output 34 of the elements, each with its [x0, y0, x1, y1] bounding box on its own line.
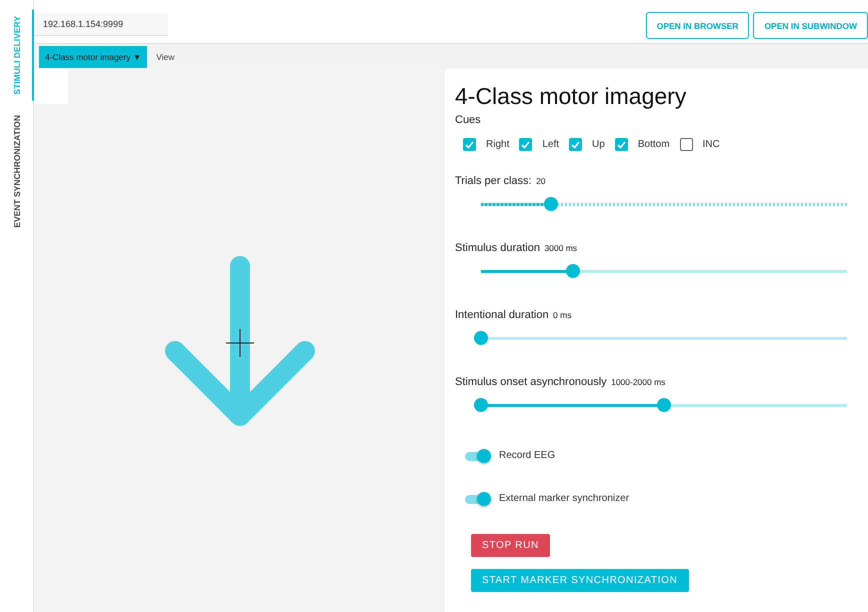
checkbox[interactable] [680, 138, 693, 151]
slider-thumb[interactable] [474, 398, 488, 412]
toggle-switch[interactable] [465, 448, 491, 462]
stop-button[interactable]: STOP RUN [471, 534, 550, 557]
slider-thumb[interactable] [566, 264, 580, 278]
checkbox[interactable] [614, 138, 628, 151]
toggle-label: External marker synchronizer [499, 493, 630, 504]
side-tab[interactable]: EVENT SYNCHRONIZATION [0, 108, 34, 234]
slider-label: Intentional duration 0 ms [455, 308, 572, 323]
slider-thumb[interactable] [474, 331, 488, 345]
slider-label: Stimulus onset asynchronously 1000-2000 ms [455, 375, 666, 390]
checkbox-label: Bottom [638, 139, 670, 150]
open-button[interactable]: OPEN IN SUBWINDOW [753, 12, 868, 39]
slider-label: Trials per class: 20 [455, 174, 547, 189]
form-title: 4-Class motor imagery [455, 83, 688, 110]
crosshair-icon [226, 328, 254, 356]
checkbox-label: INC [702, 139, 720, 150]
address-field[interactable]: 192.168.1.154:9999 [34, 13, 168, 36]
slider-thumb[interactable] [657, 398, 671, 412]
cues-label: Cues [455, 114, 482, 126]
open-button[interactable]: OPEN IN BROWSER [646, 12, 750, 39]
checkbox[interactable] [519, 138, 532, 151]
sync-button[interactable]: START MARKER SYNCHRONIZATION [471, 569, 689, 592]
slider-label: Stimulus duration 3000 ms [455, 241, 578, 256]
slider-thumb[interactable] [544, 197, 558, 211]
checkbox-label: Up [592, 139, 605, 150]
checkbox-label: Left [542, 139, 560, 150]
checkbox[interactable] [569, 138, 582, 151]
tab[interactable]: View [147, 46, 184, 68]
checkbox-label: Right [486, 139, 510, 150]
tab[interactable]: 4-Class motor imagery ▼ [39, 46, 148, 68]
toggle-label: Record EEG [499, 450, 556, 461]
toggle-switch[interactable] [465, 492, 491, 506]
checkbox[interactable] [463, 138, 476, 151]
